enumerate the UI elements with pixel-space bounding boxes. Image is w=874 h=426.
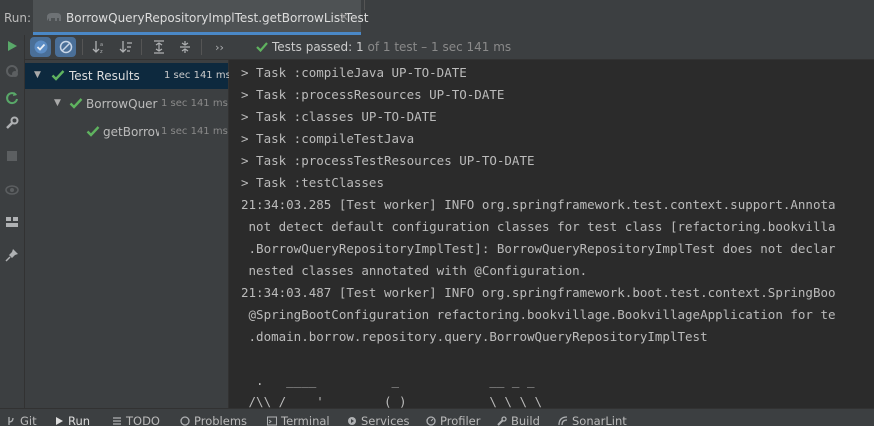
toggle-auto-test-icon[interactable] [3,89,21,107]
run-side-toolbar [0,35,25,408]
expand-all-icon[interactable] [148,37,169,57]
gradle-elephant-icon [47,13,61,21]
console-line: > Task :testClasses [241,175,384,190]
toolbar-separator [201,39,202,55]
run-label: Run: [4,11,32,25]
tool-problems[interactable]: Problems [180,414,247,426]
check-icon [51,70,65,81]
svg-text:z: z [100,49,103,54]
layout-icon[interactable] [3,213,21,231]
status-passed-count: 1 [356,40,364,54]
rerun-icon[interactable] [3,37,21,55]
tool-run[interactable]: Run [55,414,90,426]
run-tool-window-header: Run: BorrowQueryRepositoryImplTest.getBo… [0,0,874,35]
tool-git[interactable]: Git [6,414,37,426]
spring-banner-line: /\\ / ___'_ __ _ _(_)_ __ __ _ \ \ \ \ [241,394,543,408]
console-line: > Task :classes UP-TO-DATE [241,109,437,124]
check-icon [69,98,83,109]
status-detail: of 1 test – 1 sec 141 ms [363,40,512,54]
toolbar-separator [141,39,142,55]
tool-todo[interactable]: TODO [112,414,160,426]
console-line: not detect default configuration classes… [241,219,836,234]
tool-terminal[interactable]: Terminal [267,414,330,426]
console-line: > Task :processTestResources UP-TO-DATE [241,153,535,168]
check-icon [256,42,268,53]
collapse-all-icon[interactable] [174,37,195,57]
more-actions-icon[interactable]: ›› [209,37,230,57]
stop-icon[interactable] [3,147,21,165]
console-line: > Task :processResources UP-TO-DATE [241,87,505,102]
tree-item-duration: 1 sec 141 ms [161,98,228,109]
tool-services[interactable]: Services [347,414,410,426]
eye-icon[interactable] [3,181,21,199]
tree-item-getborrow[interactable]: getBorrow 1 sec 141 ms [25,119,228,145]
chevron-down-icon[interactable]: ▼ [34,70,41,80]
tree-item-duration: 1 sec 141 ms [164,70,231,81]
tool-label: Terminal [281,414,330,426]
tab-title: BorrowQueryRepositoryImplTest.getBorrowL… [66,11,369,25]
tool-label: Git [20,414,37,426]
console-line: .BorrowQueryRepositoryImplTest]: BorrowQ… [241,241,836,256]
rerun-failed-icon[interactable] [3,62,21,80]
close-icon[interactable]: ✕ [339,10,349,24]
check-icon [86,126,100,137]
divider [364,0,365,10]
console-line: nested classes annotated with @Configura… [241,263,588,278]
tool-window-bar: Git Run TODO Problems Terminal Services … [0,408,874,426]
tree-item-borrowquery[interactable]: ▼ BorrowQuery 1 sec 141 ms [25,91,228,117]
console-line: @SpringBootConfiguration refactoring.boo… [241,307,836,322]
test-results-tree: ▼ Test Results 1 sec 141 ms ▼ BorrowQuer… [25,60,231,408]
console-line: > Task :compileTestJava [241,131,415,146]
test-toolbar: az ›› Tests passed: 1 of 1 test – 1 sec … [25,35,874,60]
console-line: .domain.borrow.repository.query.BorrowQu… [241,329,708,344]
wrench-icon[interactable] [3,114,21,132]
show-ignored-icon[interactable] [55,37,76,57]
tool-build[interactable]: Build [497,414,540,426]
toolbar-separator [82,39,83,55]
tool-label: Profiler [440,414,481,426]
console-line: > Task :compileJava UP-TO-DATE [241,65,467,80]
pin-icon[interactable] [3,246,21,264]
run-config-tab[interactable]: BorrowQueryRepositoryImplTest.getBorrowL… [33,0,368,35]
tool-label: Run [68,414,91,426]
tree-item-label: getBorrow [103,125,159,139]
chevron-down-icon[interactable]: ▼ [54,98,61,108]
sort-alphabetically-icon[interactable]: az [88,37,109,57]
svg-text:a: a [100,42,103,48]
status-passed-label: Tests passed: [272,40,357,54]
console-output[interactable]: > Task :compileJava UP-TO-DATE > Task :p… [229,60,874,408]
tree-item-label: Test Results [69,69,140,83]
console-line: 21:34:03.487 [Test worker] INFO org.spri… [241,285,836,300]
tool-label: Build [511,414,540,426]
tree-item-label: BorrowQuery [86,97,158,111]
tool-label: Problems [194,414,248,426]
tool-profiler[interactable]: Profiler [426,414,481,426]
tool-label: SonarLint [572,414,627,426]
test-status: Tests passed: 1 of 1 test – 1 sec 141 ms [256,40,511,54]
tool-label: Services [361,414,410,426]
spring-banner-line: . ____ _ __ _ _ [241,373,535,388]
sort-by-duration-icon[interactable] [115,37,136,57]
show-passed-icon[interactable] [30,37,51,57]
tool-label: TODO [126,414,160,426]
tool-sonarlint[interactable]: SonarLint [558,414,627,426]
tree-item-duration: 1 sec 141 ms [161,126,228,137]
console-line: 21:34:03.285 [Test worker] INFO org.spri… [241,197,836,212]
tree-item-test-results[interactable]: ▼ Test Results 1 sec 141 ms [25,63,231,89]
